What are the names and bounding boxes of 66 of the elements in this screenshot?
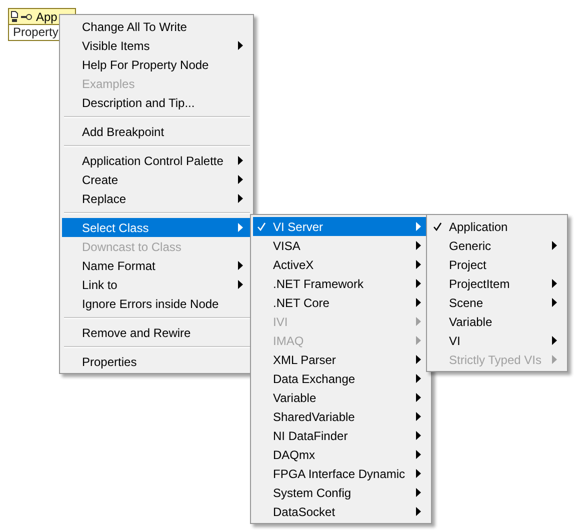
menu-item[interactable]: SharedVariable [253,407,429,426]
menu-item[interactable]: Scene [429,293,565,312]
submenu-arrow-icon [416,317,421,326]
submenu-arrow-icon [416,241,421,250]
menu-item[interactable]: Data Exchange [253,369,429,388]
menu-item[interactable]: Generic [429,236,565,255]
menu-item[interactable]: ActiveX [253,255,429,274]
submenu-arrow-icon [238,175,243,184]
menu-item[interactable]: Add Breakpoint [62,122,251,141]
submenu-arrow-icon [416,222,421,231]
submenu-arrow-icon [416,374,421,383]
submenu-arrow-icon [552,241,557,250]
menu-item[interactable]: VI [429,331,565,350]
menu-item[interactable]: Application [429,217,565,236]
submenu-arrow-icon [416,412,421,421]
submenu-arrow-icon [416,260,421,269]
menu-item[interactable]: VISA [253,236,429,255]
submenu-arrow-icon [416,355,421,364]
submenu-arrow-icon [416,279,421,288]
menu-item[interactable]: Help For Property Node [62,55,251,74]
submenu-arrow-icon [416,488,421,497]
menu-item[interactable]: DataSocket [253,502,429,521]
menu-item[interactable]: Application Control Palette [62,151,251,170]
menu-item[interactable]: ProjectItem [429,274,565,293]
menu-item[interactable]: Ignore Errors inside Node [62,294,251,313]
submenu-arrow-icon [416,336,421,345]
submenu-arrow-icon [238,223,243,232]
menu-item[interactable]: Link to [62,275,251,294]
submenu-arrow-icon [416,450,421,459]
menu-item[interactable]: .NET Framework [253,274,429,293]
submenu-arrow-icon [238,194,243,203]
checkmark-icon [257,222,266,230]
menu-item[interactable]: Properties [62,352,251,371]
menu-item[interactable]: FPGA Interface Dynamic [253,464,429,483]
menu-item[interactable]: Replace [62,189,251,208]
menu-item[interactable]: Variable [429,312,565,331]
connector-icon [21,12,33,20]
menu-item[interactable]: Variable [253,388,429,407]
submenu-arrow-icon [238,156,243,165]
menu-item[interactable]: Description and Tip... [62,93,251,112]
submenu-arrow-icon [416,298,421,307]
submenu-arrow-icon [416,469,421,478]
menu-item[interactable]: Project [429,255,565,274]
menu-item[interactable]: Remove and Rewire [62,323,251,342]
submenu-arrow-icon [552,279,557,288]
submenu-arrow-icon [552,298,557,307]
submenu-arrow-icon [238,261,243,270]
menu-item[interactable]: DAQmx [253,445,429,464]
menu-item[interactable]: System Config [253,483,429,502]
checkmark-icon [433,222,442,230]
class-label: App [36,10,58,24]
menu-item[interactable]: Create [62,170,251,189]
document-icon [11,10,18,22]
submenu-arrow-icon [238,280,243,289]
menu-item[interactable]: XML Parser [253,350,429,369]
submenu-arrow-icon [238,41,243,50]
menu-item[interactable]: .NET Core [253,293,429,312]
menu-item[interactable]: VI Server [253,217,429,236]
submenu-arrow-icon [552,336,557,345]
submenu-arrow-icon [416,431,421,440]
submenu-arrow-icon [416,507,421,516]
menu-item[interactable]: NI DataFinder [253,426,429,445]
submenu-arrow-icon [552,355,557,364]
submenu-arrow-icon [416,393,421,402]
menu-item[interactable]: Name Format [62,256,251,275]
menu-item[interactable]: Select Class [62,218,251,237]
